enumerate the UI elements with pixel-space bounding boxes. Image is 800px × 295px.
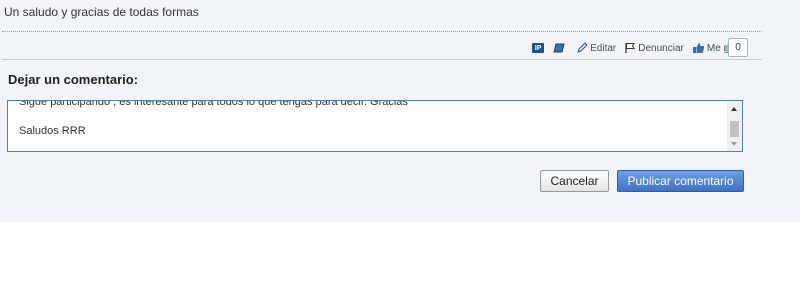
header-divider <box>2 59 762 60</box>
comment-textarea[interactable]: Sigue participando , es interesante para… <box>7 100 743 152</box>
post-toolbar: IP Editar Denunciar Me gusta <box>524 38 748 58</box>
dotted-divider <box>2 31 762 32</box>
report-button[interactable]: Denunciar <box>624 42 684 54</box>
pencil-icon <box>577 42 588 53</box>
flag-icon <box>625 43 636 53</box>
scroll-down-arrow-icon[interactable] <box>731 142 737 146</box>
edit-button[interactable]: Editar <box>576 42 616 54</box>
eraser-button[interactable] <box>552 43 568 53</box>
comment-panel: Un saludo y gracias de todas formas IP E… <box>0 0 800 222</box>
cancel-button[interactable]: Cancelar <box>540 170 609 192</box>
eraser-icon <box>553 43 565 53</box>
ip-button[interactable]: IP <box>532 43 545 53</box>
thumbs-up-icon <box>692 43 705 53</box>
publish-comment-button[interactable]: Publicar comentario <box>617 170 744 192</box>
like-count-badge: 0 <box>724 38 748 57</box>
comment-text-line: Sigue participando , es interesante para… <box>19 100 408 108</box>
message-text: Un saludo y gracias de todas formas <box>4 5 199 19</box>
comment-section-title: Dejar un comentario: <box>8 72 139 87</box>
textarea-scrollbar[interactable] <box>727 101 742 151</box>
scroll-up-arrow-icon[interactable] <box>731 107 737 111</box>
comment-text-line: Saludos RRR <box>19 125 86 137</box>
edit-label: Editar <box>590 42 617 54</box>
ip-icon: IP <box>532 43 545 53</box>
report-label: Denunciar <box>638 42 684 54</box>
scroll-thumb[interactable] <box>730 121 739 137</box>
